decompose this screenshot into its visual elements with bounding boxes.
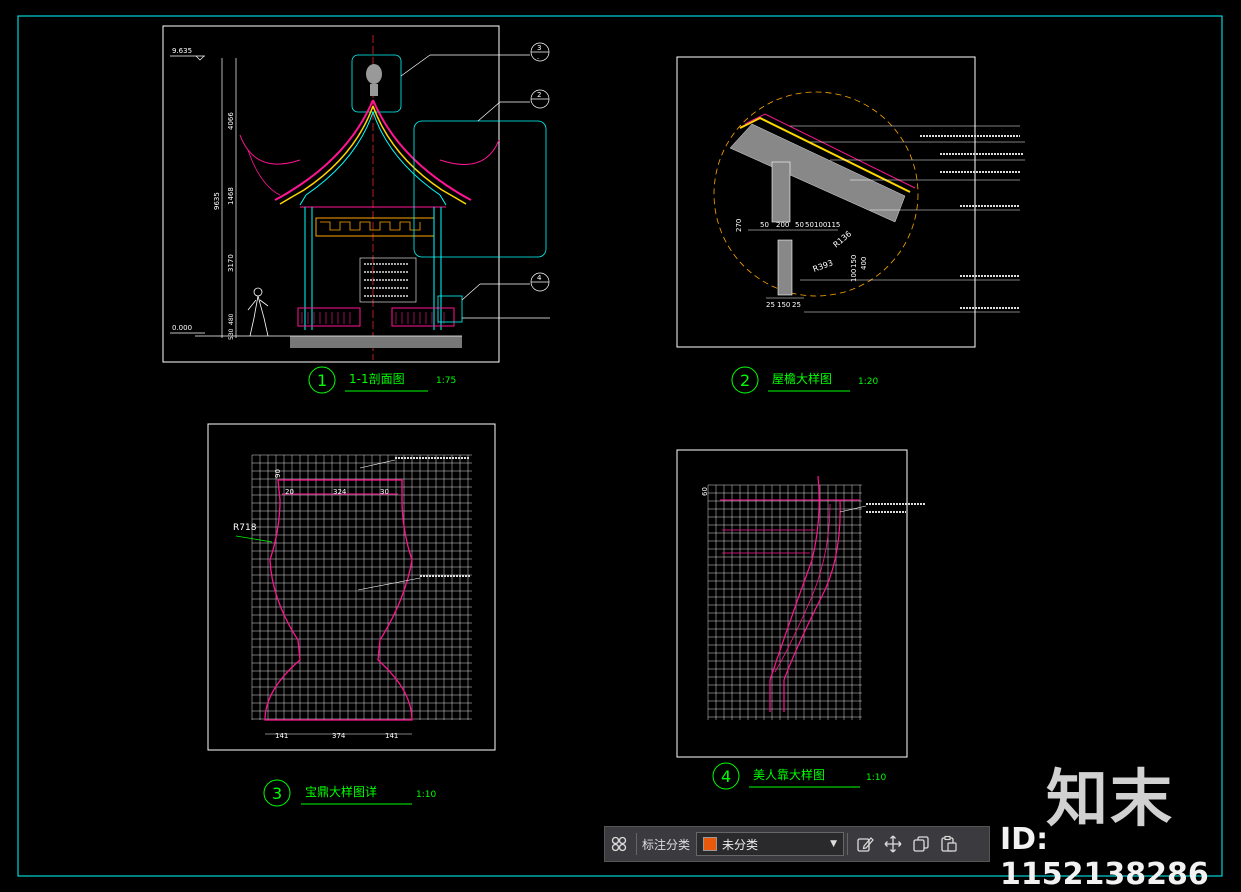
svg-text:50: 50: [760, 221, 769, 229]
svg-text:1:10: 1:10: [866, 773, 886, 783]
svg-text:50: 50: [795, 221, 804, 229]
svg-text:200: 200: [776, 221, 789, 229]
toolbar-divider: [847, 833, 849, 855]
drawing-4-bench[interactable]: 60: [676, 449, 926, 758]
move-icon[interactable]: [879, 830, 907, 858]
drawing-1-section[interactable]: 9.635 0.000 9635 4066 1468 3170 480 530: [162, 25, 550, 363]
svg-text:20: 20: [285, 488, 294, 496]
grid-icon[interactable]: [605, 830, 633, 858]
svg-text:270: 270: [735, 219, 743, 232]
chevron-down-icon: ▼: [830, 839, 838, 849]
svg-text:-: -: [537, 55, 539, 62]
svg-text:1:75: 1:75: [436, 376, 456, 386]
sheet-border: [17, 15, 1223, 877]
svg-text:宝鼎大样图详: 宝鼎大样图详: [305, 784, 377, 799]
svg-text:60: 60: [701, 487, 709, 496]
annotation-category-label: 标注分类: [642, 837, 691, 852]
category-color-swatch: [703, 837, 718, 851]
category-select[interactable]: 未分类 ▼: [696, 832, 845, 856]
svg-text:R718: R718: [233, 523, 257, 533]
svg-text:3: 3: [272, 784, 282, 803]
edit-icon[interactable]: [851, 830, 879, 858]
dim-total: 9635: [213, 192, 221, 210]
svg-text:屋檐大样图: 屋檐大样图: [772, 371, 832, 386]
svg-text:141: 141: [385, 732, 398, 740]
svg-text:4: 4: [537, 274, 542, 282]
drawing-2-title: 2 屋檐大样图 1:20: [731, 366, 878, 394]
svg-text:1: 1: [317, 371, 327, 390]
svg-text:324: 324: [333, 488, 347, 496]
svg-text:2: 2: [740, 371, 750, 390]
drawing-4-title: 4 美人靠大样图 1:10: [712, 762, 886, 790]
paste-icon[interactable]: [935, 830, 963, 858]
toolbar-divider: [636, 833, 637, 855]
watermark-id: ID: 1152138286: [1000, 822, 1209, 892]
drawing-3-finial[interactable]: 90 20 324 30 R718 141 374 141: [207, 423, 496, 751]
svg-text:R136: R136: [832, 229, 854, 249]
dim-middle: 1468: [227, 187, 235, 205]
level-top: 9.635: [172, 47, 192, 55]
svg-text:R393: R393: [812, 258, 835, 274]
drawing-4-frame: [676, 449, 908, 758]
svg-text:1:20: 1:20: [858, 377, 878, 387]
dim-lower: 3170: [227, 254, 235, 272]
category-select-value: 未分类: [722, 837, 759, 852]
drawing-2-frame: [676, 56, 976, 348]
svg-text:25: 25: [792, 301, 801, 309]
svg-text:3: 3: [537, 44, 541, 52]
svg-text:400: 400: [860, 257, 868, 270]
svg-text:141: 141: [275, 732, 288, 740]
svg-text:90: 90: [274, 469, 282, 478]
dim-base-a: 480: [228, 313, 235, 325]
svg-text:115: 115: [827, 221, 840, 229]
dim-upper: 4066: [227, 112, 235, 130]
svg-text:374: 374: [332, 732, 346, 740]
svg-text:30: 30: [380, 488, 389, 496]
svg-text:25: 25: [766, 301, 775, 309]
copy-icon[interactable]: [907, 830, 935, 858]
svg-text:4: 4: [721, 767, 731, 786]
level-base: 0.000: [172, 324, 192, 332]
svg-text:美人靠大样图: 美人靠大样图: [753, 767, 825, 782]
drawing-3-title: 3 宝鼎大样图详 1:10: [263, 779, 436, 807]
svg-text:1-1剖面图: 1-1剖面图: [349, 372, 405, 386]
drawing-1-title: 1 1-1剖面图 1:75: [308, 366, 456, 394]
annotation-toolbar: 标注分类 未分类 ▼: [604, 826, 990, 862]
svg-text:100: 100: [814, 221, 827, 229]
svg-text:150: 150: [850, 255, 858, 268]
svg-text:150: 150: [777, 301, 790, 309]
svg-text:1:10: 1:10: [416, 790, 436, 800]
svg-text:50: 50: [805, 221, 814, 229]
drawing-2-eave[interactable]: 50 200 50 50 100 115 270 400 100 150 25 …: [676, 56, 1025, 348]
dim-base-b: 530: [228, 328, 235, 340]
svg-text:2: 2: [537, 91, 541, 99]
